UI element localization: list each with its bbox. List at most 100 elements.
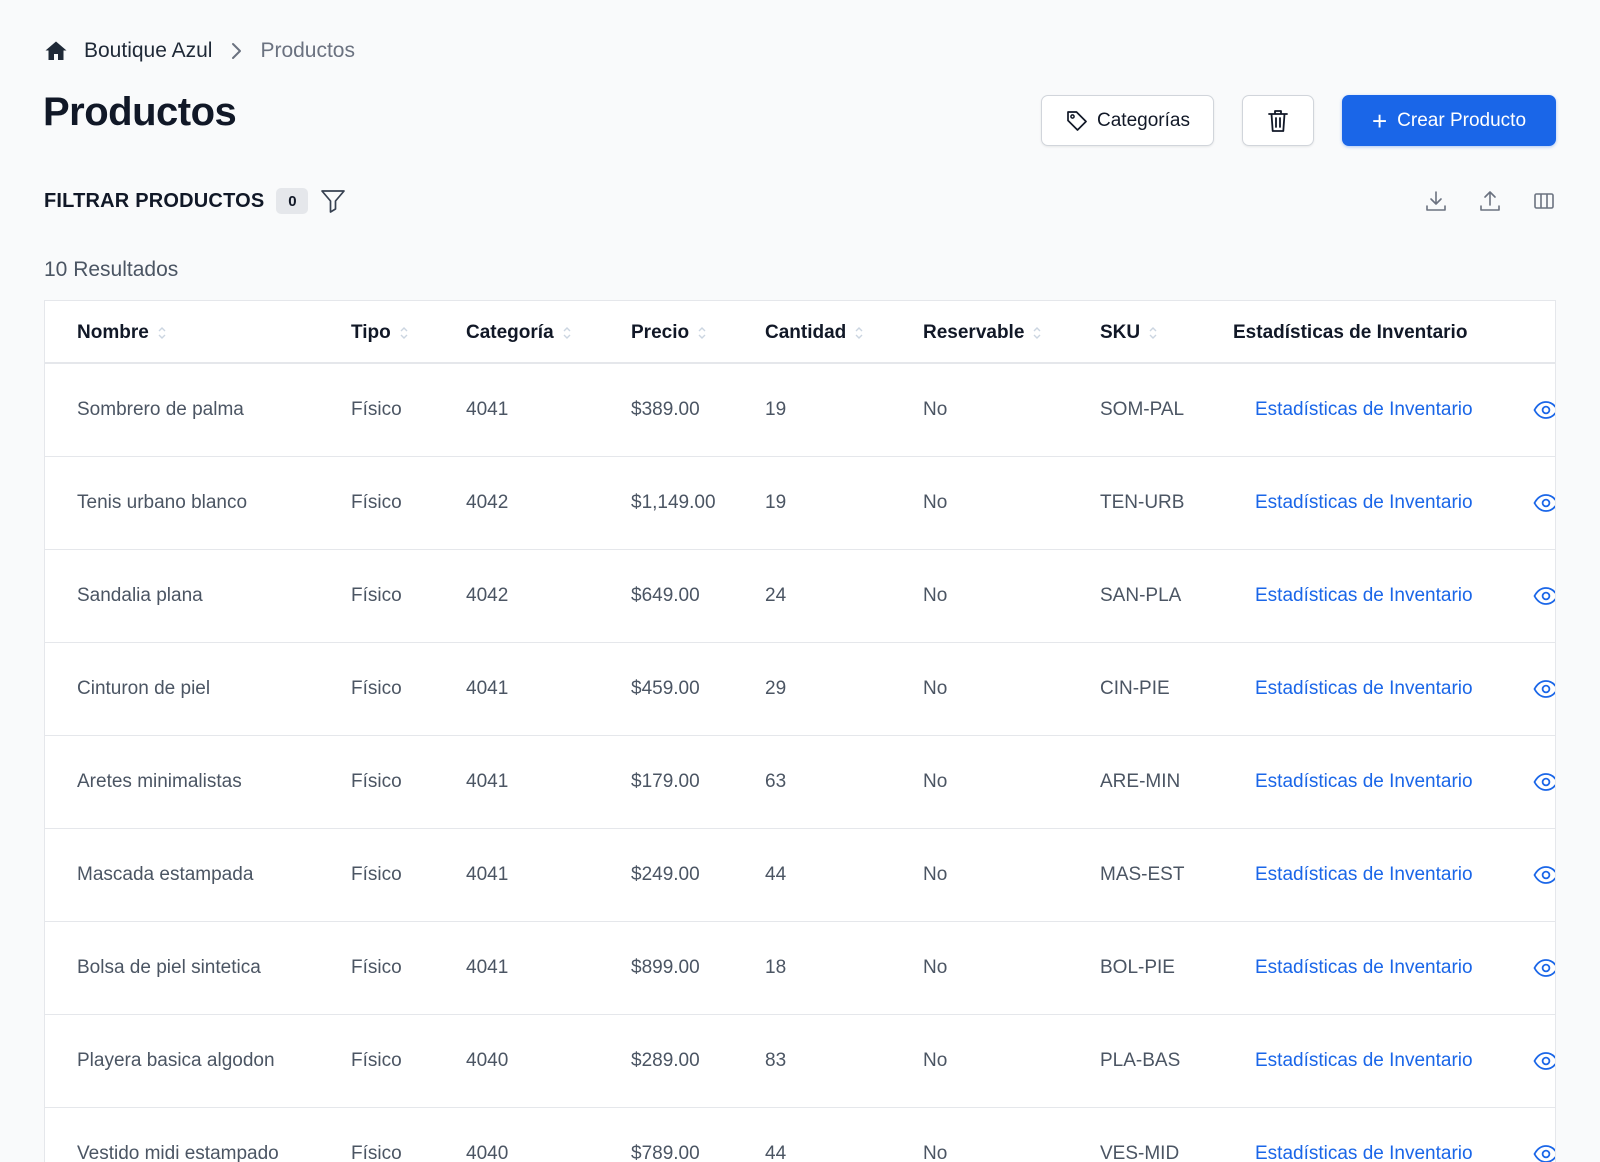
categories-button[interactable]: Categorías — [1041, 95, 1214, 146]
eye-icon[interactable] — [1533, 829, 1555, 921]
create-product-button-label: Crear Producto — [1397, 109, 1527, 131]
inventory-stats-link[interactable]: Estadísticas de Inventario — [1255, 1015, 1473, 1107]
cell-categoria: 4041 — [466, 864, 509, 885]
cell-sku: TEN-URB — [1100, 492, 1185, 513]
column-header-precio[interactable]: Precio — [631, 301, 707, 364]
cell-precio: $1,149.00 — [631, 492, 716, 513]
trash-icon — [1266, 108, 1290, 134]
plus-icon: + — [1371, 105, 1388, 136]
cell-reservable: No — [923, 864, 948, 885]
eye-icon[interactable] — [1533, 1108, 1555, 1162]
cell-reservable: No — [923, 1050, 948, 1071]
table-row: Bolsa de piel sintetica Físico 4041 $899.00… — [45, 922, 1555, 1015]
cell-categoria: 4040 — [466, 1143, 509, 1162]
filter-icon[interactable] — [320, 188, 346, 214]
cell-reservable: No — [923, 1143, 948, 1162]
inventory-stats-link[interactable]: Estadísticas de Inventario — [1255, 736, 1473, 828]
cell-reservable: No — [923, 678, 948, 699]
sort-icon — [157, 325, 167, 341]
sort-icon — [1032, 325, 1042, 341]
cell-sku: SOM-PAL — [1100, 399, 1185, 420]
sort-icon — [399, 325, 409, 341]
chevron-right-icon — [230, 42, 242, 60]
inventory-stats-link[interactable]: Estadísticas de Inventario — [1255, 643, 1473, 735]
cell-categoria: 4040 — [466, 1050, 509, 1071]
inventory-stats-link[interactable]: Estadísticas de Inventario — [1255, 457, 1473, 549]
cell-sku: BOL-PIE — [1100, 957, 1175, 978]
upload-icon[interactable] — [1478, 189, 1502, 213]
cell-nombre: Cinturon de piel — [77, 678, 211, 699]
home-icon[interactable] — [44, 39, 68, 63]
cell-categoria: 4041 — [466, 771, 509, 792]
table-row: Mascada estampada Físico 4041 $249.00 44 No MA… — [45, 829, 1555, 922]
cell-nombre: Tenis urbano blanco — [77, 492, 248, 513]
inventory-stats-link[interactable]: Estadísticas de Inventario — [1255, 1108, 1473, 1162]
cell-categoria: 4041 — [466, 399, 509, 420]
table-body: Sombrero de palma Físico 4041 $389.00 19 No SO… — [45, 364, 1555, 1162]
products-table: Nombre Tipo Categoría Precio Cantidad Re… — [44, 300, 1556, 1162]
cell-precio: $789.00 — [631, 1143, 700, 1162]
columns-icon[interactable] — [1532, 189, 1556, 213]
cell-tipo: Físico — [351, 1143, 402, 1162]
eye-icon[interactable] — [1533, 364, 1555, 456]
eye-icon[interactable] — [1533, 736, 1555, 828]
cell-cantidad: 19 — [765, 492, 787, 513]
cell-nombre: Mascada estampada — [77, 864, 254, 885]
eye-icon[interactable] — [1533, 550, 1555, 642]
cell-precio: $289.00 — [631, 1050, 700, 1071]
cell-sku: VES-MID — [1100, 1143, 1180, 1162]
page-title: Productos — [43, 90, 237, 134]
inventory-stats-link[interactable]: Estadísticas de Inventario — [1255, 364, 1473, 456]
filter-label[interactable]: FILTRAR PRODUCTOS — [44, 190, 264, 213]
tag-icon — [1065, 109, 1089, 133]
table-row: Aretes minimalistas Físico 4041 $179.00 63 No… — [45, 736, 1555, 829]
cell-nombre: Vestido midi estampado — [77, 1143, 279, 1162]
eye-icon[interactable] — [1533, 922, 1555, 1014]
breadcrumb-store-link[interactable]: Boutique Azul — [84, 39, 212, 63]
inventory-stats-link[interactable]: Estadísticas de Inventario — [1255, 550, 1473, 642]
cell-nombre: Bolsa de piel sintetica — [77, 957, 261, 978]
breadcrumb: Boutique Azul Productos — [44, 36, 355, 66]
create-product-button[interactable]: + Crear Producto — [1342, 95, 1556, 146]
inventory-stats-link[interactable]: Estadísticas de Inventario — [1255, 922, 1473, 1014]
cell-tipo: Físico — [351, 864, 402, 885]
cell-sku: SAN-PLA — [1100, 585, 1182, 606]
table-row: Sandalia plana Físico 4042 $649.00 24 No SAN-P… — [45, 550, 1555, 643]
column-header-tipo[interactable]: Tipo — [351, 301, 409, 364]
cell-tipo: Físico — [351, 1050, 402, 1071]
column-header-sku[interactable]: SKU — [1100, 301, 1158, 364]
eye-icon[interactable] — [1533, 457, 1555, 549]
eye-icon[interactable] — [1533, 1015, 1555, 1107]
cell-categoria: 4042 — [466, 585, 509, 606]
table-tools — [1424, 189, 1556, 213]
column-header-categoria[interactable]: Categoría — [466, 301, 572, 364]
cell-reservable: No — [923, 492, 948, 513]
column-header-nombre[interactable]: Nombre — [77, 301, 167, 364]
table-row: Cinturon de piel Físico 4041 $459.00 29 No CIN… — [45, 643, 1555, 736]
table-header: Nombre Tipo Categoría Precio Cantidad Re… — [45, 301, 1555, 364]
cell-tipo: Físico — [351, 492, 402, 513]
table-row: Vestido midi estampado Físico 4040 $789.00 4… — [45, 1108, 1555, 1162]
column-header-reservable[interactable]: Reservable — [923, 301, 1042, 364]
cell-precio: $249.00 — [631, 864, 700, 885]
cell-nombre: Aretes minimalistas — [77, 771, 242, 792]
eye-icon[interactable] — [1533, 643, 1555, 735]
cell-cantidad: 18 — [765, 957, 787, 978]
sort-icon — [697, 325, 707, 341]
download-icon[interactable] — [1424, 189, 1448, 213]
cell-reservable: No — [923, 771, 948, 792]
cell-categoria: 4042 — [466, 492, 509, 513]
column-header-estadisticas: Estadísticas de Inventario — [1233, 321, 1468, 343]
cell-cantidad: 44 — [765, 1143, 787, 1162]
inventory-stats-link[interactable]: Estadísticas de Inventario — [1255, 829, 1473, 921]
table-row: Sombrero de palma Físico 4041 $389.00 19 No SO… — [45, 364, 1555, 457]
cell-tipo: Físico — [351, 957, 402, 978]
sort-icon — [854, 325, 864, 341]
delete-button[interactable] — [1242, 95, 1314, 146]
cell-reservable: No — [923, 399, 948, 420]
cell-sku: CIN-PIE — [1100, 678, 1170, 699]
column-header-cantidad[interactable]: Cantidad — [765, 301, 864, 364]
breadcrumb-current: Productos — [260, 39, 355, 62]
cell-sku: PLA-BAS — [1100, 1050, 1181, 1071]
table-row: Playera basica algodon Físico 4040 $289.00 8… — [45, 1015, 1555, 1108]
